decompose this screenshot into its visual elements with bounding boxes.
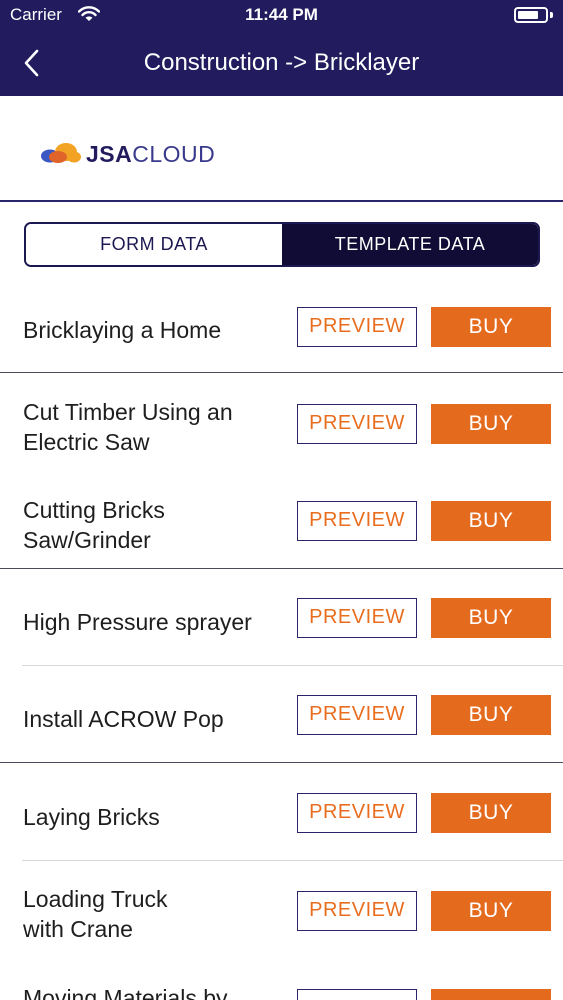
list-item: Moving Materials by PREVIEW BUY [0, 961, 563, 1000]
buy-button[interactable]: BUY [431, 501, 551, 541]
template-name: Bricklaying a Home [23, 317, 222, 343]
template-name: Loading Truck with Crane [23, 886, 168, 942]
list-item: Cut Timber Using an Electric Saw PREVIEW… [0, 373, 563, 470]
data-type-segmented-control: FORM DATA TEMPLATE DATA [24, 222, 540, 267]
buy-button[interactable]: BUY [431, 598, 551, 638]
buy-button[interactable]: BUY [431, 307, 551, 347]
buy-button[interactable]: BUY [431, 891, 551, 931]
preview-button[interactable]: PREVIEW [297, 793, 417, 833]
navigation-bar: Carrier 11:44 PM Construction -> Brickla… [0, 0, 563, 96]
template-name: High Pressure sprayer [23, 609, 252, 635]
list-item: Bricklaying a Home PREVIEW BUY [0, 300, 563, 372]
list-item: Loading Truck with Crane PREVIEW BUY [0, 861, 563, 961]
status-bar: Carrier 11:44 PM [0, 0, 563, 32]
template-name: Cutting Bricks Saw/Grinder [23, 497, 165, 553]
list-item: Install ACROW Pop PREVIEW BUY [0, 666, 563, 762]
tab-template-data[interactable]: TEMPLATE DATA [282, 224, 538, 265]
preview-button[interactable]: PREVIEW [297, 598, 417, 638]
buy-button[interactable]: BUY [431, 695, 551, 735]
preview-button[interactable]: PREVIEW [297, 891, 417, 931]
preview-button[interactable]: PREVIEW [297, 307, 417, 347]
template-name: Moving Materials by [23, 985, 228, 1000]
preview-button[interactable]: PREVIEW [297, 404, 417, 444]
list-item: Cutting Bricks Saw/Grinder PREVIEW BUY [0, 470, 563, 568]
cloud-logo-icon [41, 143, 81, 163]
buy-button[interactable]: BUY [431, 404, 551, 444]
list-item: High Pressure sprayer PREVIEW BUY [0, 569, 563, 665]
tab-form-data[interactable]: FORM DATA [26, 224, 282, 265]
template-name: Install ACROW Pop [23, 706, 224, 732]
battery-tip [550, 12, 553, 18]
template-name: Laying Bricks [23, 804, 160, 830]
battery-level [518, 11, 538, 19]
battery-icon [514, 7, 548, 23]
preview-button[interactable]: PREVIEW [297, 989, 417, 1000]
buy-button[interactable]: BUY [431, 793, 551, 833]
preview-button[interactable]: PREVIEW [297, 501, 417, 541]
list-item: Laying Bricks PREVIEW BUY [0, 763, 563, 860]
page-title: Construction -> Bricklayer [143, 49, 420, 76]
logo-text: JSACLOUD [86, 141, 216, 167]
buy-button[interactable]: BUY [431, 989, 551, 1000]
template-name: Cut Timber Using an Electric Saw [23, 399, 233, 455]
clock: 11:44 PM [245, 5, 318, 24]
header-divider [0, 200, 563, 202]
preview-button[interactable]: PREVIEW [297, 695, 417, 735]
